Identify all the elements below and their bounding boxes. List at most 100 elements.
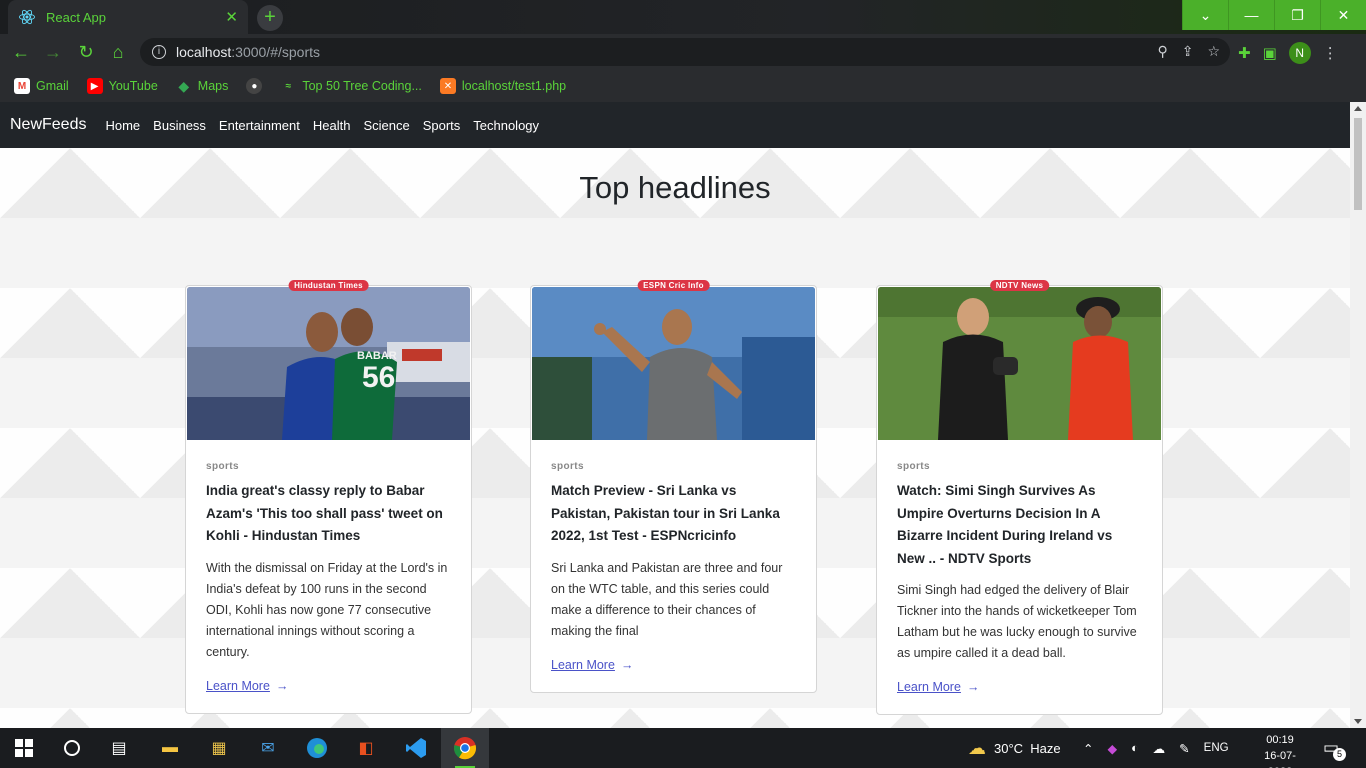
edge-browser-icon[interactable] (305, 736, 329, 760)
site-brand[interactable]: NewFeeds (10, 116, 86, 134)
pen-icon[interactable]: ✎ (1179, 741, 1189, 756)
bookmarks-bar: M Gmail ▶ YouTube ◆ Maps ● ≈ Top 50 Tree… (0, 70, 1366, 102)
office-icon[interactable]: ◧ (354, 736, 378, 760)
back-arrow-icon[interactable]: ← (10, 41, 32, 63)
arrow-right-icon: → (966, 680, 980, 694)
news-title: India great's classy reply to Babar Azam… (206, 483, 443, 543)
bookmark-localhost-test[interactable]: ✕ localhost/test1.php (439, 78, 566, 94)
bookmark-maps[interactable]: ◆ Maps (176, 77, 228, 94)
github-icon: ● (246, 78, 263, 94)
nav-home[interactable]: Home (105, 118, 140, 133)
scrollbar-thumb[interactable] (1354, 118, 1362, 210)
maximize-button[interactable]: ❐ (1274, 0, 1320, 30)
xampp-icon: ✕ (439, 78, 456, 94)
news-description: Sri Lanka and Pakistan are three and fou… (551, 560, 783, 638)
close-tab-icon[interactable]: ✕ (225, 8, 238, 26)
arrow-right-icon: → (275, 678, 289, 693)
browser-menu-icon[interactable]: ⋮ (1323, 44, 1338, 62)
news-description: Simi Singh had edged the delivery of Bla… (897, 583, 1137, 660)
notification-count: 5 (1333, 747, 1347, 761)
notification-center[interactable]: ▭ 5 (1323, 728, 1347, 768)
new-tab-button[interactable]: + (257, 5, 283, 31)
page-viewport: NewFeeds Home Business Entertainment Hea… (0, 102, 1366, 728)
page-heading: Top headlines (579, 170, 771, 205)
reload-icon[interactable]: ↻ (75, 41, 97, 63)
youtube-icon: ▶ (86, 78, 103, 94)
news-card: Hindustan Times 56 BABAR sports India gr… (185, 280, 472, 714)
minimize-button[interactable]: — (1228, 0, 1274, 30)
tab-title: React App (46, 9, 106, 25)
news-image (532, 287, 815, 440)
learn-more-link[interactable]: Learn More → (897, 680, 979, 694)
page-scrollbar[interactable] (1350, 102, 1366, 728)
language-indicator[interactable]: ENG (1204, 742, 1229, 754)
news-category: sports (897, 461, 930, 472)
chrome-taskbar-button[interactable] (441, 728, 489, 768)
bookmark-star-icon[interactable]: ☆ (1207, 43, 1220, 60)
clock-date: 16-07-2022 (1264, 750, 1296, 768)
task-view-icon[interactable]: ▤ (107, 736, 131, 760)
app-tray-icon[interactable]: ◆ (1107, 741, 1117, 756)
vscode-icon[interactable] (404, 736, 428, 760)
url-host: localhost (176, 44, 232, 60)
news-title: Watch: Simi Singh Survives As Umpire Ove… (897, 483, 1113, 566)
site-navbar: NewFeeds Home Business Entertainment Hea… (0, 102, 1350, 148)
address-bar[interactable]: i localhost :3000/#/sports ⚲ ⇪ ☆ (140, 38, 1230, 66)
chrome-icon (453, 737, 477, 760)
clock-time: 00:19 (1266, 734, 1294, 746)
weather-haze-icon: ☁ (968, 737, 986, 758)
browser-tab-strip: React App ✕ + ⌄ — ❐ ✕ (0, 0, 1366, 34)
bookmark-gmail[interactable]: M Gmail (14, 78, 69, 94)
microsoft-store-icon[interactable]: ▦ (207, 736, 231, 760)
nav-health[interactable]: Health (313, 118, 351, 133)
maps-icon: ◆ (178, 77, 190, 94)
bookmark-youtube[interactable]: ▶ YouTube (86, 78, 158, 94)
browser-tab[interactable]: React App ✕ (8, 0, 248, 34)
nav-technology[interactable]: Technology (473, 118, 539, 133)
tree-icon: ≈ (285, 80, 292, 92)
windows-taskbar: ▤ ▬ ▦ ✉ ◧ ☁ 30°C Haze ⌃ ◆ ◐ ☁ ✎ ENG 00:1… (0, 728, 1366, 768)
gmail-icon: M (14, 78, 30, 94)
nav-entertainment[interactable]: Entertainment (219, 118, 300, 133)
window-controls: ⌄ — ❐ ✕ (1182, 0, 1366, 30)
side-panel-icon[interactable]: ▣ (1263, 44, 1277, 62)
source-badge: NDTV News (989, 280, 1050, 291)
source-badge: ESPN Cric Info (637, 280, 710, 291)
extensions-puzzle-icon[interactable]: ✚ (1238, 44, 1251, 62)
tab-search-button[interactable]: ⌄ (1182, 0, 1228, 30)
system-tray-icons: ⌃ ◆ ◐ ☁ ✎ ENG (1083, 728, 1229, 768)
show-hidden-icons-chevron-icon[interactable]: ⌃ (1083, 741, 1093, 756)
file-explorer-icon[interactable]: ▬ (158, 736, 182, 760)
news-image: 56 BABAR (187, 287, 470, 440)
scroll-down-arrow-icon[interactable] (1354, 719, 1362, 724)
bookmark-top-50-tree[interactable]: ≈ Top 50 Tree Coding... (280, 78, 422, 94)
share-icon[interactable]: ⇪ (1182, 43, 1194, 60)
search-circle-icon[interactable] (60, 736, 84, 760)
nav-business[interactable]: Business (153, 118, 206, 133)
news-image (878, 287, 1161, 440)
bookmark-github[interactable]: ● (246, 78, 263, 94)
windows-start-icon[interactable] (12, 736, 36, 760)
forward-arrow-icon[interactable]: → (42, 41, 64, 63)
news-description: With the dismissal on Friday at the Lord… (206, 560, 448, 659)
mail-icon[interactable]: ✉ (256, 736, 280, 760)
onedrive-cloud-icon[interactable]: ☁ (1153, 741, 1166, 756)
news-category: sports (206, 461, 239, 472)
weather-widget[interactable]: ☁ 30°C Haze (968, 728, 1061, 768)
security-icon[interactable]: ◐ (1131, 741, 1139, 755)
profile-avatar[interactable]: N (1288, 42, 1311, 64)
source-badge: Hindustan Times (288, 280, 369, 291)
nav-science[interactable]: Science (363, 118, 409, 133)
zoom-icon[interactable]: ⚲ (1157, 43, 1167, 60)
system-clock[interactable]: 00:19 16-07-2022 (1255, 732, 1305, 768)
learn-more-link[interactable]: Learn More → (206, 679, 288, 693)
site-info-icon[interactable]: i (152, 45, 166, 59)
close-window-button[interactable]: ✕ (1320, 0, 1366, 30)
news-title: Match Preview - Sri Lanka vs Pakistan, P… (551, 483, 780, 543)
svg-text:56: 56 (362, 361, 395, 394)
nav-sports[interactable]: Sports (423, 118, 461, 133)
learn-more-link[interactable]: Learn More → (551, 658, 633, 672)
scroll-up-arrow-icon[interactable] (1354, 106, 1362, 111)
home-icon[interactable]: ⌂ (107, 41, 129, 63)
news-card: NDTV News sports Watch: Simi Singh Survi… (876, 280, 1163, 715)
